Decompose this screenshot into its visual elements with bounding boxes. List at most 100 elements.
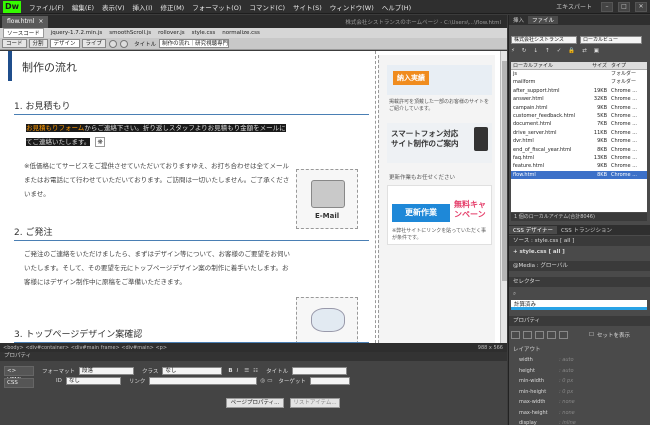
menu-file[interactable]: ファイル(F) [29,2,64,12]
css-property-value[interactable]: : inline [559,418,576,425]
html-mode-button[interactable]: <> HTML [4,366,34,383]
menu-modify[interactable]: 修正(M) [161,2,185,12]
tab-css-transitions[interactable]: CSS トランジション [557,226,616,234]
css-property-value[interactable]: : auto [559,366,574,377]
browse-folder-icon[interactable]: ▭ [267,378,272,384]
doc-tab-flow[interactable]: flow.html × [2,15,49,28]
border-category-icon[interactable] [535,331,544,339]
related-file-source[interactable]: ソースコード [3,28,44,38]
ordered-list-icon[interactable]: ☷ [253,368,258,374]
css-property-value[interactable]: : 0 px [559,376,573,387]
close-icon[interactable]: ✕ [635,1,647,12]
css-property-value[interactable]: : none [559,397,575,408]
code-view-button[interactable]: コード [2,39,27,48]
show-set-checkbox[interactable]: ☐ [589,332,594,338]
file-row[interactable]: feature.html 9KB Chrome ... [511,162,647,170]
css-property-row[interactable]: height: auto [511,366,647,377]
css-property-row[interactable]: display: inline [511,418,647,425]
css-property-row[interactable]: min-height: 0 px [511,387,647,398]
menu-view[interactable]: 表示(V) [102,2,125,12]
selector-header[interactable]: セレクター [509,277,650,287]
sync-icon[interactable]: ⇄ [582,48,587,54]
tab-close-icon[interactable]: × [38,18,43,25]
tab-files[interactable]: ファイル [528,16,559,24]
css-mode-button[interactable]: CSS [4,378,34,388]
banner-delivery-record[interactable]: 納入実績 [387,65,492,95]
list-item-button[interactable]: リストアイテム... [290,398,340,408]
split-view-button[interactable]: 分割 [28,39,48,48]
menu-site[interactable]: サイト(S) [293,2,322,12]
scroll-thumb[interactable] [502,61,507,281]
other-category-icon[interactable] [559,331,568,339]
site-select[interactable]: 株式会社シストランス [511,36,577,44]
class-select[interactable]: なし [162,367,223,375]
col-size[interactable]: サイズ [587,62,609,69]
file-row[interactable]: flow.html 8KB Chrome ... [511,170,647,180]
css-property-value[interactable]: : 0 px [559,387,573,398]
expand-icon[interactable]: ▣ [594,48,599,54]
properties-header[interactable]: プロパティ [509,316,650,326]
estimate-form-link[interactable]: お見積もりフォーム [26,124,84,132]
media-header[interactable]: @Media : グローバル [509,261,650,271]
italic-button[interactable]: I [237,368,239,374]
minimize-icon[interactable]: – [601,1,613,12]
workspace-switcher[interactable]: エキスパート [556,2,592,11]
menu-help[interactable]: ヘルプ(H) [382,2,411,12]
source-header[interactable]: ソース : style.css [ all ] [509,236,650,246]
related-file-rollover[interactable]: rollover.js [158,30,184,36]
file-row[interactable]: campain.html 9KB Chrome ... [511,104,647,112]
file-row[interactable]: faq.html 13KB Chrome ... [511,154,647,162]
related-file-smoothscroll[interactable]: smoothScroll.js [109,30,151,36]
file-row[interactable]: document.html 7KB Chrome ... [511,120,647,128]
col-local-files[interactable]: ローカルファイル [511,62,587,69]
put-files-icon[interactable]: ↑ [545,48,550,54]
css-property-row[interactable]: width: auto [511,355,647,366]
menu-insert[interactable]: 挿入(I) [133,2,153,12]
page-properties-button[interactable]: ページプロパティ... [226,398,284,408]
id-select[interactable]: なし [65,377,121,385]
banner-update-campaign[interactable]: 更新作業 無料キャンペーン ※弊社サイトにリンクを貼っていただく事が条件です。 [387,185,492,245]
checkin-icon[interactable]: 🔒 [568,48,575,54]
file-row[interactable]: answer.html 32KB Chrome ... [511,95,647,103]
globe-icon[interactable] [109,39,118,48]
window-size[interactable]: 988 x 566 [478,345,507,351]
tab-css-designer[interactable]: CSS デザイナー [509,226,557,234]
background-category-icon[interactable] [547,331,556,339]
file-row[interactable]: after_support.html 19KB Chrome ... [511,87,647,95]
file-row[interactable]: mailform フォルダー [511,78,647,86]
tag-selector[interactable]: <body> <div#container> <div#main frame> … [3,345,167,351]
related-file-jquery[interactable]: jquery-1.7.2.min.js [51,30,103,36]
related-file-normalize[interactable]: normalize.css [222,30,260,36]
menu-window[interactable]: ウィンドウ(W) [330,2,374,12]
col-type[interactable]: タイプ [609,62,647,69]
source-item[interactable]: + style.css [ all ] [513,249,565,255]
banner-smartphone[interactable]: スマートフォン対応サイト制作のご案内 [387,123,492,163]
title-input[interactable]: 制作の流れ｜研究視聴専門 [159,39,230,48]
target-select[interactable] [309,377,350,385]
point-to-file-icon[interactable]: ◎ [260,378,265,384]
css-property-row[interactable]: max-height: none [511,408,647,419]
css-property-value[interactable]: : auto [559,355,574,366]
get-files-icon[interactable]: ↓ [533,48,538,54]
live-view-button[interactable]: ライブ [81,39,107,48]
bold-button[interactable]: B [228,368,232,374]
checkout-icon[interactable]: ✓ [557,48,562,54]
maximize-icon[interactable]: □ [618,1,630,12]
refresh-icon[interactable] [120,39,129,48]
refresh-files-icon[interactable]: ↻ [522,48,527,54]
file-row[interactable]: js フォルダー [511,70,647,78]
menu-format[interactable]: フォーマット(O) [192,2,241,12]
css-property-row[interactable]: min-width: 0 px [511,376,647,387]
title-field[interactable] [292,367,348,375]
unordered-list-icon[interactable]: ☰ [244,368,249,374]
view-select[interactable]: ローカルビュー [580,36,642,44]
related-file-style[interactable]: style.css [192,30,216,36]
file-row[interactable]: dvr.html 9KB Chrome ... [511,137,647,145]
menu-commands[interactable]: コマンド(C) [249,2,285,12]
link-input[interactable] [149,377,258,385]
design-view[interactable]: 制作の流れ 1. お見積もり お見積もりフォームからご連絡下さい。折り返しスタッ… [0,51,507,343]
css-property-row[interactable]: max-width: none [511,397,647,408]
menu-edit[interactable]: 編集(E) [72,2,94,12]
tab-insert[interactable]: 挿入 [509,16,528,24]
file-row[interactable]: customer_feedback.html 5KB Chrome ... [511,112,647,120]
